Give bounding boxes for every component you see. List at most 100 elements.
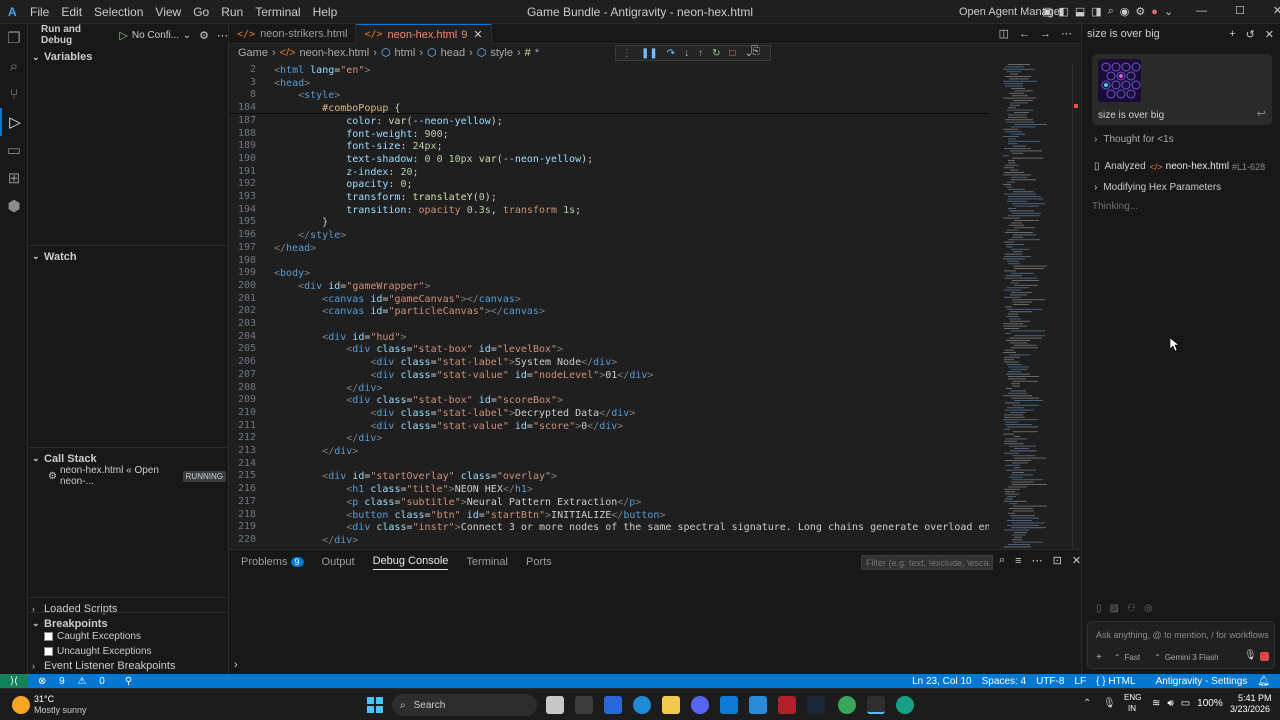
code-line[interactable]: <canvas id="particleCanvas"></canvas> xyxy=(274,305,545,318)
line-number[interactable]: 200 xyxy=(229,280,256,291)
tab-debug-console[interactable]: Debug Console xyxy=(372,555,449,570)
task-view-icon[interactable] xyxy=(546,696,564,714)
input-region[interactable]: IN xyxy=(1128,704,1136,713)
code-line[interactable]: </style> xyxy=(274,229,346,242)
tab-output[interactable]: Output xyxy=(322,556,355,568)
line-number[interactable]: 2 xyxy=(229,64,256,75)
file-explorer-icon[interactable] xyxy=(662,696,680,714)
maximize-panel-icon[interactable]: ⊡ xyxy=(1053,554,1062,567)
minimize-icon[interactable]: — xyxy=(1196,5,1207,17)
watch-section[interactable]: ⌄ Watch xyxy=(28,245,229,267)
menu-terminal[interactable]: Terminal xyxy=(249,5,306,19)
breadcrumb-style[interactable]: style xyxy=(490,47,513,59)
add-context-icon[interactable]: + xyxy=(1096,652,1102,663)
weather-icon[interactable] xyxy=(12,696,30,714)
steam-icon[interactable] xyxy=(807,696,825,714)
remote-indicator-icon[interactable]: ⟩⟨ xyxy=(0,674,28,688)
code-line[interactable]: <div id="gameWrapper"> xyxy=(274,280,431,293)
chevron-up-icon[interactable]: ⌃ xyxy=(1083,698,1091,709)
line-number[interactable]: 198 xyxy=(229,255,256,266)
line-number[interactable]: 184 xyxy=(229,102,256,113)
code-line[interactable]: opacity: 0; xyxy=(274,178,412,191)
menu-view[interactable]: View xyxy=(149,5,187,19)
accounts-icon[interactable]: ◉ xyxy=(1120,5,1130,18)
menu-edit[interactable]: Edit xyxy=(55,5,88,19)
line-number[interactable]: 190 xyxy=(229,153,256,164)
undo-icon[interactable]: ↩ xyxy=(1257,107,1266,120)
line-number[interactable]: 194 xyxy=(229,204,256,215)
line-number[interactable]: 218 xyxy=(229,509,256,520)
menu-help[interactable]: Help xyxy=(307,5,344,19)
profile-icon[interactable]: ● xyxy=(1151,6,1158,18)
code-line[interactable]: <h1 class="title">NEON HEX</h1> xyxy=(274,483,533,496)
code-line[interactable]: <div id="hud"> xyxy=(274,331,406,344)
antigravity-settings[interactable]: Antigravity - Settings xyxy=(1156,676,1248,687)
line-number[interactable]: 188 xyxy=(229,128,256,139)
line-number[interactable]: 214 xyxy=(229,458,256,469)
code-line[interactable]: <canvas id="gameCanvas"></canvas> xyxy=(274,293,521,306)
more-actions-icon[interactable]: ⋯ xyxy=(1061,27,1072,40)
file-icon[interactable]: ▯ xyxy=(1096,603,1102,614)
code-line[interactable]: color: var(--neon-yellow); xyxy=(274,115,503,128)
agent-input[interactable]: Ask anything, @ to mention, / for workfl… xyxy=(1096,630,1269,640)
code-line[interactable]: </div> xyxy=(274,432,382,445)
line-number[interactable]: 187 xyxy=(229,115,256,126)
menu-selection[interactable]: Selection xyxy=(88,5,149,19)
call-stack-item[interactable]: ⚙ neon-hex.html « Open neon-... RUNNING xyxy=(48,465,226,487)
line-number[interactable]: 192 xyxy=(229,178,256,189)
line-number[interactable]: 220 xyxy=(229,534,256,545)
breadcrumb-folder[interactable]: Game xyxy=(238,47,268,59)
source-control-icon[interactable]: ⑂ xyxy=(0,80,28,108)
layout-toggle-icon[interactable]: ▣ xyxy=(1042,5,1052,18)
problems-status[interactable]: ⊗ 9 ⚠ 0 xyxy=(38,676,115,687)
code-line[interactable]: font-size: 24px; xyxy=(274,140,442,153)
drag-handle-icon[interactable]: ⋮ xyxy=(622,48,632,59)
close-icon[interactable]: ✕ xyxy=(473,28,482,41)
line-number[interactable]: 202 xyxy=(229,305,256,316)
line-number[interactable]: 207 xyxy=(229,369,256,380)
uncaught-exceptions-row[interactable]: Uncaught Exceptions xyxy=(44,646,152,657)
tab-neon-strikers[interactable]: </> neon-strikers.html xyxy=(229,24,357,44)
remote-explorer-icon[interactable]: ▭ xyxy=(0,136,28,164)
line-number[interactable]: 208 xyxy=(229,382,256,393)
code-line[interactable]: <button class="btn" id="startBtn">INITIA… xyxy=(274,509,665,522)
wifi-icon[interactable]: ≋ xyxy=(1152,698,1160,709)
history-icon[interactable]: ↺ xyxy=(1246,28,1255,41)
maximize-icon[interactable]: ☐ xyxy=(1235,4,1245,17)
code-line[interactable]: <div class="instr">Connect 3 or more nod… xyxy=(274,521,989,534)
line-number[interactable]: 212 xyxy=(229,432,256,443)
line-number[interactable]: 213 xyxy=(229,445,256,456)
packages-icon[interactable]: ⬢ xyxy=(0,192,28,220)
code-line[interactable]: <div id="startOverlay" class="overlay"> xyxy=(274,470,557,483)
run-debug-icon[interactable]: ▷ xyxy=(0,108,28,136)
search-icon[interactable]: ⌕ xyxy=(1108,5,1114,18)
secondary-sidebar-toggle-icon[interactable]: ◨ xyxy=(1091,5,1101,18)
stop-icon[interactable]: □ xyxy=(730,48,736,59)
code-line[interactable]: </div> xyxy=(274,534,358,547)
code-line[interactable]: <head> xyxy=(274,77,310,90)
tab-neon-hex[interactable]: </> neon-hex.html 9 ✕ xyxy=(356,24,492,44)
microphone-icon[interactable]: 🎙︎ xyxy=(1244,650,1257,661)
clock-date[interactable]: 3/23/2026 xyxy=(1230,704,1270,714)
new-conversation-icon[interactable]: + xyxy=(1229,28,1235,40)
analyzed-step[interactable]: ▯ Analyzed </> neon-hex.html #L1-628 xyxy=(1094,161,1265,172)
clear-console-icon[interactable]: ≡ xyxy=(1015,555,1021,567)
code-line[interactable]: transform: translateY(0); xyxy=(274,191,497,204)
breadcrumb-html[interactable]: html xyxy=(395,47,416,59)
forward-arrow-icon[interactable]: → xyxy=(1040,28,1051,40)
language-mode[interactable]: { } HTML xyxy=(1096,676,1145,687)
pause-icon[interactable]: ❚❚ xyxy=(641,48,658,59)
taskbar-search[interactable]: ⌕ Search xyxy=(392,694,537,716)
caught-exceptions-row[interactable]: Caught Exceptions xyxy=(44,631,141,642)
globe-icon[interactable]: ◎ xyxy=(1144,603,1153,614)
code-line[interactable]: <div class="stat-box" id="scoreBox"> xyxy=(274,394,563,407)
code-line[interactable]: <div class="stat-value" id="score">0</di… xyxy=(274,420,623,433)
line-number[interactable]: 193 xyxy=(229,191,256,202)
vscode-icon[interactable] xyxy=(749,696,767,714)
code-line[interactable]: text-shadow: 0 0 10px var(--neon-yellow)… xyxy=(274,153,593,166)
step-out-icon[interactable]: ↑ xyxy=(698,48,703,59)
start-debugging-icon[interactable]: ▷ xyxy=(119,29,127,42)
tab-terminal[interactable]: Terminal xyxy=(466,556,508,568)
settings-gear-icon[interactable]: ⚙ xyxy=(1135,5,1145,18)
explorer-icon[interactable]: ❐ xyxy=(0,24,28,52)
